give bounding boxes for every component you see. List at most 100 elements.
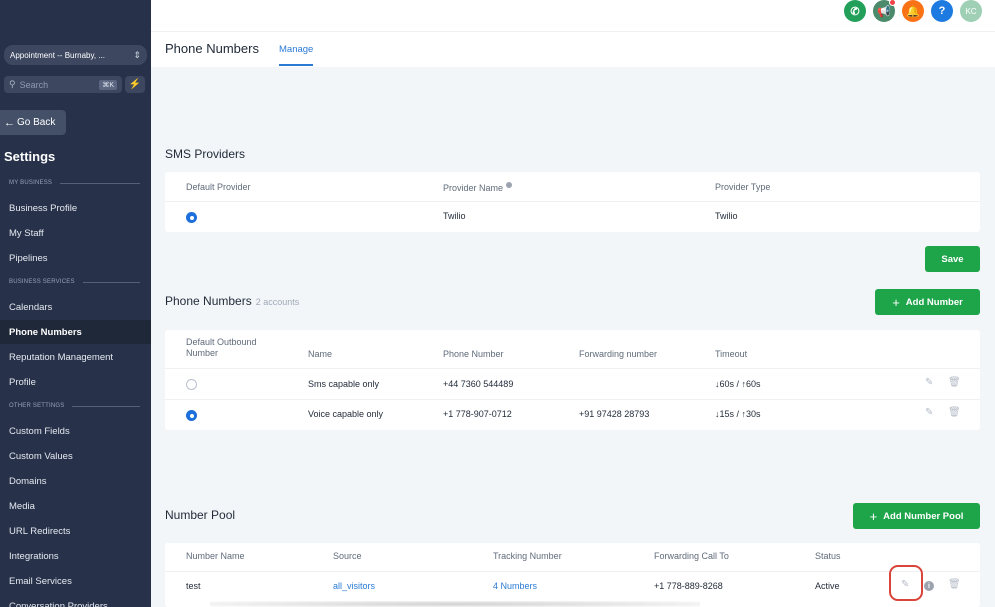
- col-label: Number: [186, 348, 219, 358]
- add-number-pool-button[interactable]: + Add Number Pool: [853, 503, 980, 529]
- col-status: Status: [815, 551, 841, 561]
- megaphone-icon[interactable]: 📢: [873, 0, 896, 22]
- pool-source-link[interactable]: all_visitors: [333, 581, 375, 591]
- section-title-text: Phone Numbers: [165, 294, 252, 308]
- sms-providers-title: SMS Providers: [165, 147, 246, 161]
- sidebar-item-business-profile[interactable]: Business Profile: [0, 196, 151, 220]
- default-provider-radio[interactable]: [186, 212, 197, 223]
- sidebar-item-phone-numbers[interactable]: Phone Numbers: [0, 320, 151, 344]
- col-source: Source: [333, 551, 362, 561]
- divider: [82, 281, 140, 283]
- chevron-updown-icon: ⇕: [133, 49, 141, 60]
- bell-icon[interactable]: 🔔: [902, 0, 924, 22]
- go-back-button[interactable]: ← Go Back: [0, 110, 66, 135]
- go-back-label: Go Back: [17, 117, 56, 128]
- add-number-label: Add Number: [905, 296, 963, 308]
- info-icon[interactable]: [506, 182, 513, 188]
- col-default-outbound: Default Outbound Number: [186, 337, 257, 359]
- add-number-button[interactable]: + Add Number: [875, 289, 980, 315]
- account-count: 2 accounts: [255, 297, 300, 307]
- sidebar-search[interactable]: ⚲ Search ⌘K: [4, 76, 122, 93]
- number-name: Sms capable only: [308, 379, 380, 389]
- col-label: Default Outbound: [186, 337, 257, 347]
- divider: [72, 405, 140, 407]
- trash-icon[interactable]: 🗑: [948, 407, 961, 418]
- add-number-pool-label: Add Number Pool: [883, 510, 964, 522]
- col-phone-number: Phone Number: [443, 349, 504, 359]
- timeout: ↓60s / ↑60s: [715, 379, 761, 389]
- provider-name: Twilio: [443, 211, 466, 221]
- pool-name: test: [186, 581, 201, 591]
- col-number-name: Number Name: [186, 551, 245, 561]
- phone-numbers-table: Default Outbound Number Name Phone Number…: [165, 330, 980, 430]
- section-other-settings: OTHER SETTINGS: [9, 403, 140, 409]
- phone-number: +44 7360 544489: [443, 379, 514, 389]
- default-outbound-radio[interactable]: [186, 410, 197, 421]
- sidebar-item-url-redirects[interactable]: URL Redirects: [0, 519, 151, 543]
- sidebar-item-integrations[interactable]: Integrations: [0, 544, 151, 568]
- sidebar-item-profile[interactable]: Profile: [0, 370, 151, 394]
- col-forwarding-call-to: Forwarding Call To: [654, 551, 729, 561]
- trash-icon[interactable]: 🗑: [948, 377, 961, 388]
- sidebar-item-my-staff[interactable]: My Staff: [0, 221, 151, 245]
- sidebar-item-custom-fields[interactable]: Custom Fields: [0, 419, 151, 443]
- divider: [165, 571, 980, 572]
- page-title: Phone Numbers: [165, 41, 259, 56]
- sidebar-item-custom-values[interactable]: Custom Values: [0, 444, 151, 468]
- page-header: Phone Numbers Manage: [151, 31, 995, 67]
- help-icon[interactable]: ?: [931, 0, 953, 22]
- col-name: Name: [308, 349, 333, 359]
- search-icon: ⚲: [9, 79, 16, 89]
- section-label: MY BUSINESS: [9, 180, 53, 186]
- tab-manage[interactable]: Manage: [279, 44, 314, 66]
- bottom-shadow: [210, 601, 700, 607]
- divider: [165, 368, 980, 369]
- sidebar-item-pipelines[interactable]: Pipelines: [0, 246, 151, 270]
- plus-icon: +: [892, 294, 900, 310]
- col-provider-name: Provider Name: [443, 182, 513, 193]
- sidebar-item-domains[interactable]: Domains: [0, 469, 151, 493]
- col-tracking-number: Tracking Number: [493, 551, 562, 561]
- avatar[interactable]: KC: [960, 0, 982, 22]
- number-pool-title: Number Pool: [165, 508, 236, 522]
- notification-dot: [889, 0, 896, 6]
- pencil-icon[interactable]: ✎: [925, 407, 933, 418]
- col-provider-type: Provider Type: [715, 182, 771, 192]
- arrow-left-icon: ←: [4, 116, 15, 129]
- provider-type: Twilio: [715, 211, 738, 221]
- edit-highlight-ring: [889, 565, 923, 601]
- search-shortcut: ⌘K: [99, 79, 117, 90]
- divider: [165, 399, 980, 400]
- location-name: Appointment -- Burnaby, ...: [10, 50, 106, 60]
- location-switcher[interactable]: Appointment -- Burnaby, ... ⇕: [4, 45, 147, 65]
- divider: [60, 182, 140, 184]
- lightning-icon: ⚡: [128, 79, 142, 90]
- phone-number: +1 778-907-0712: [443, 409, 512, 419]
- tracking-numbers-link[interactable]: 4 Numbers: [493, 581, 537, 591]
- pencil-icon[interactable]: ✎: [925, 377, 933, 388]
- forwarding-number: +91 97428 28793: [579, 409, 650, 419]
- phone-icon[interactable]: ✆: [844, 0, 866, 22]
- sms-providers-table: Default Provider Provider Name Provider …: [165, 172, 980, 232]
- info-icon[interactable]: i: [924, 581, 934, 591]
- settings-title: Settings: [4, 149, 56, 164]
- section-my-business: MY BUSINESS: [9, 180, 140, 186]
- divider: [165, 201, 980, 202]
- quick-action-button[interactable]: ⚡: [125, 76, 145, 93]
- section-label: OTHER SETTINGS: [9, 403, 65, 409]
- sidebar-item-reputation[interactable]: Reputation Management: [0, 345, 151, 369]
- plus-icon: +: [869, 508, 878, 524]
- sidebar-item-conversation-providers[interactable]: Conversation Providers: [0, 594, 151, 607]
- sidebar-item-email-services[interactable]: Email Services: [0, 569, 151, 593]
- pool-forwarding: +1 778-889-8268: [654, 581, 723, 591]
- section-business-services: BUSINESS SERVICES: [9, 279, 140, 285]
- sidebar-item-media[interactable]: Media: [0, 494, 151, 518]
- default-outbound-radio[interactable]: [186, 379, 197, 390]
- number-name: Voice capable only: [308, 409, 384, 419]
- save-button[interactable]: Save: [925, 246, 980, 272]
- section-label: BUSINESS SERVICES: [9, 279, 75, 285]
- trash-icon[interactable]: 🗑: [948, 579, 961, 590]
- sidebar-item-calendars[interactable]: Calendars: [0, 295, 151, 319]
- number-pool-table: Number Name Source Tracking Number Forwa…: [165, 543, 980, 607]
- col-default-provider: Default Provider: [186, 182, 251, 192]
